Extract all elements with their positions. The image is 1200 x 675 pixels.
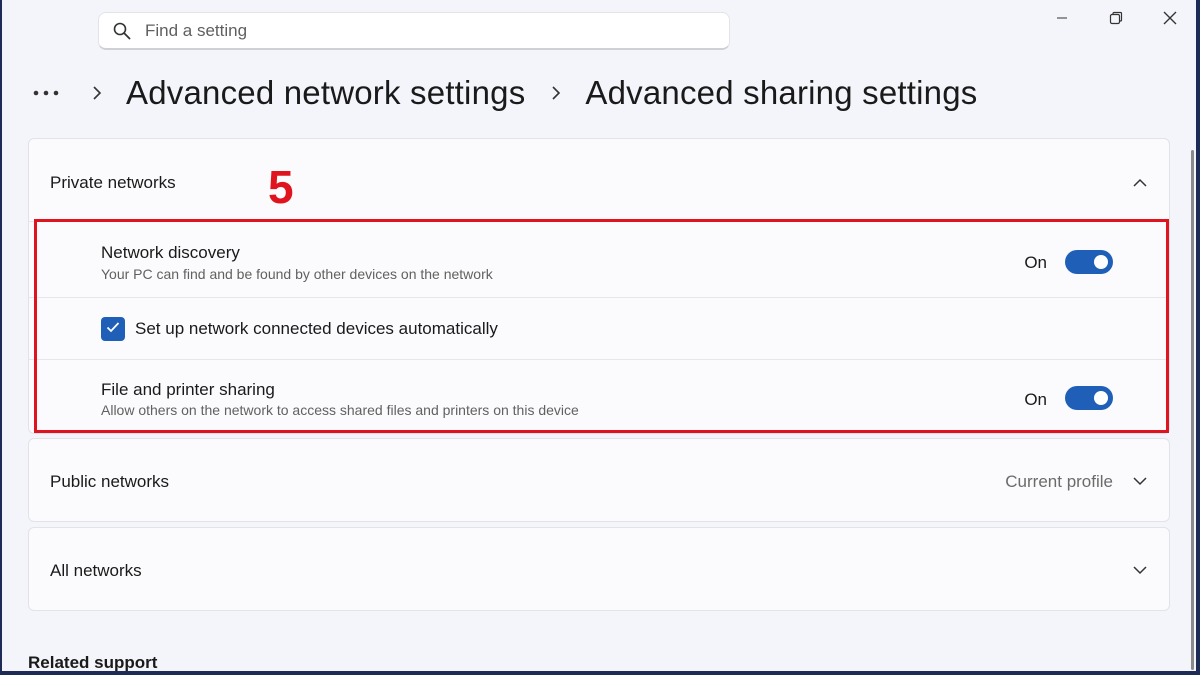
chevron-right-icon xyxy=(82,83,112,103)
minimize-icon xyxy=(1056,11,1068,29)
all-networks-label: All networks xyxy=(50,561,142,580)
step-number: 5 xyxy=(268,161,294,213)
file-sharing-toggle[interactable] xyxy=(1065,386,1113,410)
private-networks-header[interactable]: Private networks xyxy=(29,139,1169,221)
scrollbar[interactable] xyxy=(1191,150,1194,670)
network-discovery-toggle[interactable] xyxy=(1065,250,1113,274)
auto-setup-label: Set up network connected devices automat… xyxy=(135,319,498,338)
close-icon xyxy=(1163,11,1177,30)
public-networks-label: Public networks xyxy=(50,472,170,491)
related-support-heading: Related support xyxy=(28,653,158,671)
file-sharing-state: On xyxy=(1024,390,1047,409)
breadcrumb: Advanced network settings Advanced shari… xyxy=(32,70,977,116)
current-profile-label: Current profile xyxy=(1005,472,1113,491)
public-networks-card[interactable]: Public networks Current profile xyxy=(28,438,1170,522)
search-placeholder: Find a setting xyxy=(145,20,248,40)
network-discovery-row: Network discovery Your PC can find and b… xyxy=(29,221,1169,297)
restore-icon xyxy=(1109,11,1123,30)
file-sharing-subtitle: Allow others on the network to access sh… xyxy=(101,402,579,418)
file-sharing-title: File and printer sharing xyxy=(101,380,275,399)
file-sharing-row: File and printer sharing Allow others on… xyxy=(29,359,1169,435)
search-icon xyxy=(113,22,131,40)
page-title: Advanced sharing settings xyxy=(585,74,978,111)
network-discovery-state: On xyxy=(1024,253,1047,272)
restore-button[interactable] xyxy=(1096,8,1136,32)
auto-setup-row: Set up network connected devices automat… xyxy=(29,297,1169,359)
chevron-down-icon[interactable] xyxy=(1131,472,1149,490)
minimize-button[interactable] xyxy=(1042,8,1082,32)
search-box[interactable]: Find a setting xyxy=(98,12,730,50)
chevron-down-icon[interactable] xyxy=(1131,561,1149,579)
all-networks-card[interactable]: All networks xyxy=(28,527,1170,611)
private-networks-card: Private networks Network discovery Your … xyxy=(28,138,1170,434)
network-discovery-title: Network discovery xyxy=(101,243,240,262)
chevron-right-icon xyxy=(541,83,571,103)
breadcrumb-item-advanced-network[interactable]: Advanced network settings xyxy=(126,74,525,112)
checkmark-icon xyxy=(106,320,120,338)
close-button[interactable] xyxy=(1150,8,1190,32)
auto-setup-checkbox[interactable] xyxy=(101,317,125,341)
private-networks-label: Private networks xyxy=(50,173,176,192)
chevron-up-icon[interactable] xyxy=(1131,173,1149,191)
more-icon[interactable] xyxy=(32,83,66,103)
settings-window: Find a setting Advanced network settings… xyxy=(2,0,1196,671)
network-discovery-subtitle: Your PC can find and be found by other d… xyxy=(101,266,493,282)
